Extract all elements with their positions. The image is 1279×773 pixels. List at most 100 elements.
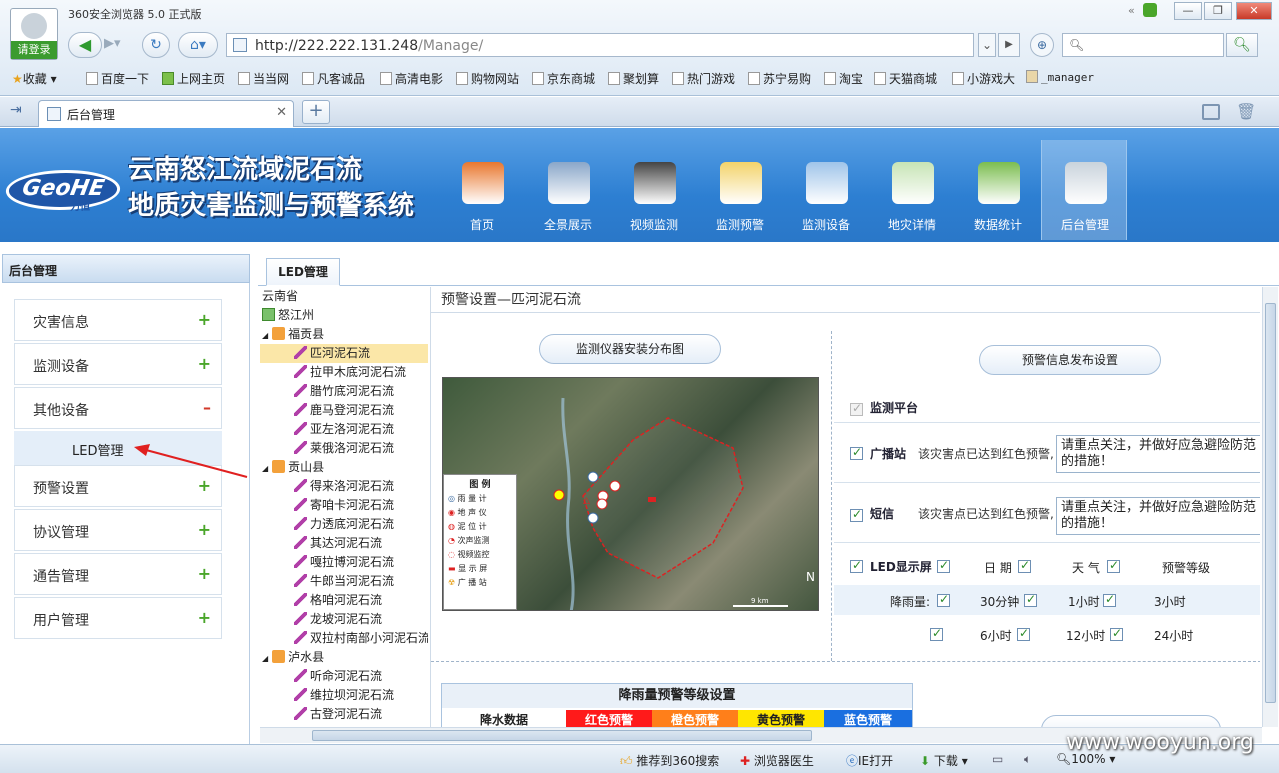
- favorites-menu[interactable]: ★收藏 ▾: [12, 70, 57, 87]
- favorite-link[interactable]: 聚划算: [608, 70, 659, 87]
- menu-disaster-info[interactable]: 灾害信息 +: [14, 299, 222, 341]
- broadcast-checkbox[interactable]: [850, 445, 863, 460]
- publish-settings-button[interactable]: 预警信息发布设置: [979, 345, 1161, 375]
- favorite-link[interactable]: 当当网: [238, 70, 289, 87]
- led-checkbox[interactable]: [850, 558, 863, 573]
- tab-admin[interactable]: 后台管理 ✕: [38, 100, 294, 127]
- new-tab-button[interactable]: +: [302, 100, 330, 124]
- user-avatar[interactable]: 请登录: [10, 8, 58, 60]
- satellite-map[interactable]: △ N 9 km 图 例 ◎ 雨 量 计 ◉ 地 声 仪 ◍ 泥 位 计 ◔ 次…: [442, 377, 819, 611]
- nav-item-4[interactable]: 监测预警: [697, 140, 783, 240]
- favorite-link[interactable]: 天猫商城: [874, 70, 937, 87]
- scroll-thumb[interactable]: [312, 730, 812, 741]
- tab-led[interactable]: LED管理: [266, 258, 340, 286]
- 12h-checkbox[interactable]: [1110, 626, 1123, 641]
- nav-item-6[interactable]: 地灾详情: [869, 140, 955, 240]
- menu-protocol[interactable]: 协议管理 +: [14, 509, 222, 551]
- tree-node-debris-flow[interactable]: 其达河泥石流: [260, 534, 428, 553]
- scroll-thumb[interactable]: [1265, 303, 1276, 703]
- tree-node-debris-flow[interactable]: 鹿马登河泥石流: [260, 401, 428, 420]
- nav-item-1[interactable]: 首页: [439, 140, 525, 240]
- go-button[interactable]: ▶: [998, 33, 1020, 57]
- favorite-link[interactable]: 购物网站: [456, 70, 519, 87]
- address-bar[interactable]: http://222.222.131.248/Manage/: [226, 33, 974, 57]
- favorite-link[interactable]: 京东商城: [532, 70, 595, 87]
- tree-node-debris-flow[interactable]: 力透底河泥石流: [260, 515, 428, 534]
- tree-node-region[interactable]: 怒江州: [260, 306, 428, 325]
- trash-icon[interactable]: 🗑︎: [1236, 102, 1256, 121]
- platform-checkbox[interactable]: [850, 401, 863, 416]
- tree-node-debris-flow[interactable]: 寄咱卡河泥石流: [260, 496, 428, 515]
- favorite-link[interactable]: 凡客诚品: [302, 70, 365, 87]
- tree-node-county[interactable]: ◢ 贡山县: [260, 458, 428, 477]
- nav-item-7[interactable]: 数据统计: [955, 140, 1041, 240]
- sidebar-toggle-icon[interactable]: ⇥: [10, 102, 22, 118]
- tree-node-debris-flow[interactable]: 古登河泥石流: [260, 705, 428, 724]
- address-dropdown-icon[interactable]: ⌄: [978, 33, 996, 57]
- distribution-map-button[interactable]: 监测仪器安装分布图: [539, 334, 721, 364]
- restore-tabs-icon[interactable]: [1202, 104, 1220, 120]
- menu-monitoring-devices[interactable]: 监测设备 +: [14, 343, 222, 385]
- nav-item-8[interactable]: 后台管理: [1041, 140, 1127, 240]
- forward-button[interactable]: ▶▾: [104, 36, 121, 51]
- login-button[interactable]: 请登录: [11, 41, 57, 59]
- tree-node-debris-flow[interactable]: 莱俄洛河泥石流: [260, 439, 428, 458]
- tree-node-debris-flow[interactable]: 龙坡河泥石流: [260, 610, 428, 629]
- 3h-checkbox[interactable]: [930, 626, 943, 641]
- tree-node-debris-flow[interactable]: 得来洛河泥石流: [260, 477, 428, 496]
- tree-node-county[interactable]: ◢ 泸水县: [260, 648, 428, 667]
- tree-node-county[interactable]: ◢ 福贡县: [260, 325, 428, 344]
- 1h-checkbox[interactable]: [1103, 592, 1116, 607]
- tree-node-debris-flow[interactable]: 嘎拉博河泥石流: [260, 553, 428, 572]
- volume-icon[interactable]: 🔈︎: [1024, 752, 1031, 767]
- tree-node-debris-flow[interactable]: 腊竹底河泥石流: [260, 382, 428, 401]
- favorite-link[interactable]: _manager: [1026, 70, 1094, 84]
- skin-icon[interactable]: [1143, 3, 1157, 17]
- vertical-scrollbar[interactable]: [1262, 287, 1278, 727]
- nav-item-3[interactable]: 视频监测: [611, 140, 697, 240]
- home-button[interactable]: ⌂▾: [178, 32, 218, 58]
- close-window-button[interactable]: ✕: [1236, 2, 1272, 20]
- favorite-link[interactable]: 小游戏大: [952, 70, 1015, 87]
- favorite-link[interactable]: 苏宁易购: [748, 70, 811, 87]
- nav-item-2[interactable]: 全景展示: [525, 140, 611, 240]
- collapse-icon[interactable]: «: [1128, 4, 1135, 17]
- close-tab-icon[interactable]: ✕: [276, 105, 287, 120]
- search-button[interactable]: 🔍︎: [1226, 33, 1258, 57]
- expand-toggle-icon[interactable]: ◢: [262, 331, 268, 340]
- browser-doctor-link[interactable]: ✚ 浏览器医生: [740, 752, 814, 769]
- favorite-link[interactable]: 热门游戏: [672, 70, 735, 87]
- back-button[interactable]: ◀: [68, 32, 102, 58]
- maximize-button[interactable]: ❐: [1204, 2, 1232, 20]
- favorite-link[interactable]: 高清电影: [380, 70, 443, 87]
- sms-checkbox[interactable]: [850, 507, 863, 522]
- tree-node-debris-flow[interactable]: 格咱河泥石流: [260, 591, 428, 610]
- tree-node-debris-flow[interactable]: 匹河泥石流: [260, 344, 428, 363]
- sms-message-field[interactable]: 请重点关注，并做好应急避险防范的措施！: [1056, 497, 1260, 535]
- menu-announcement[interactable]: 通告管理 +: [14, 553, 222, 595]
- shield-icon[interactable]: ⊕: [1030, 33, 1054, 57]
- led-enable-checkbox[interactable]: [937, 558, 950, 573]
- tree-node-debris-flow[interactable]: 牛郎当河泥石流: [260, 572, 428, 591]
- tree-node-debris-flow[interactable]: 听命河泥石流: [260, 667, 428, 686]
- minimize-button[interactable]: —: [1174, 2, 1202, 20]
- tree-node-region[interactable]: 云南省: [260, 287, 428, 306]
- download-link[interactable]: ⬇ 下载 ▾: [920, 752, 968, 769]
- rainfall-checkbox[interactable]: [937, 592, 950, 607]
- favorite-link[interactable]: 百度一下: [86, 70, 149, 87]
- nav-item-5[interactable]: 监测设备: [783, 140, 869, 240]
- menu-users[interactable]: 用户管理 +: [14, 597, 222, 639]
- weather-checkbox[interactable]: [1107, 558, 1120, 573]
- favorite-link[interactable]: 上网主页: [162, 70, 225, 87]
- tree-node-debris-flow[interactable]: 双拉村南部小河泥石流: [260, 629, 428, 648]
- window-icon[interactable]: ▭: [992, 752, 1003, 766]
- favorite-link[interactable]: 淘宝: [824, 70, 863, 87]
- search-input[interactable]: 🔍︎: [1062, 33, 1224, 57]
- expand-toggle-icon[interactable]: ◢: [262, 654, 268, 663]
- 30min-checkbox[interactable]: [1024, 592, 1037, 607]
- expand-toggle-icon[interactable]: ◢: [262, 464, 268, 473]
- ie-open-link[interactable]: ⓔIE打开: [846, 752, 893, 769]
- partial-button[interactable]: [1041, 715, 1221, 727]
- broadcast-message-field[interactable]: 请重点关注，并做好应急避险防范的措施！: [1056, 435, 1260, 473]
- menu-other-devices[interactable]: 其他设备 –: [14, 387, 222, 429]
